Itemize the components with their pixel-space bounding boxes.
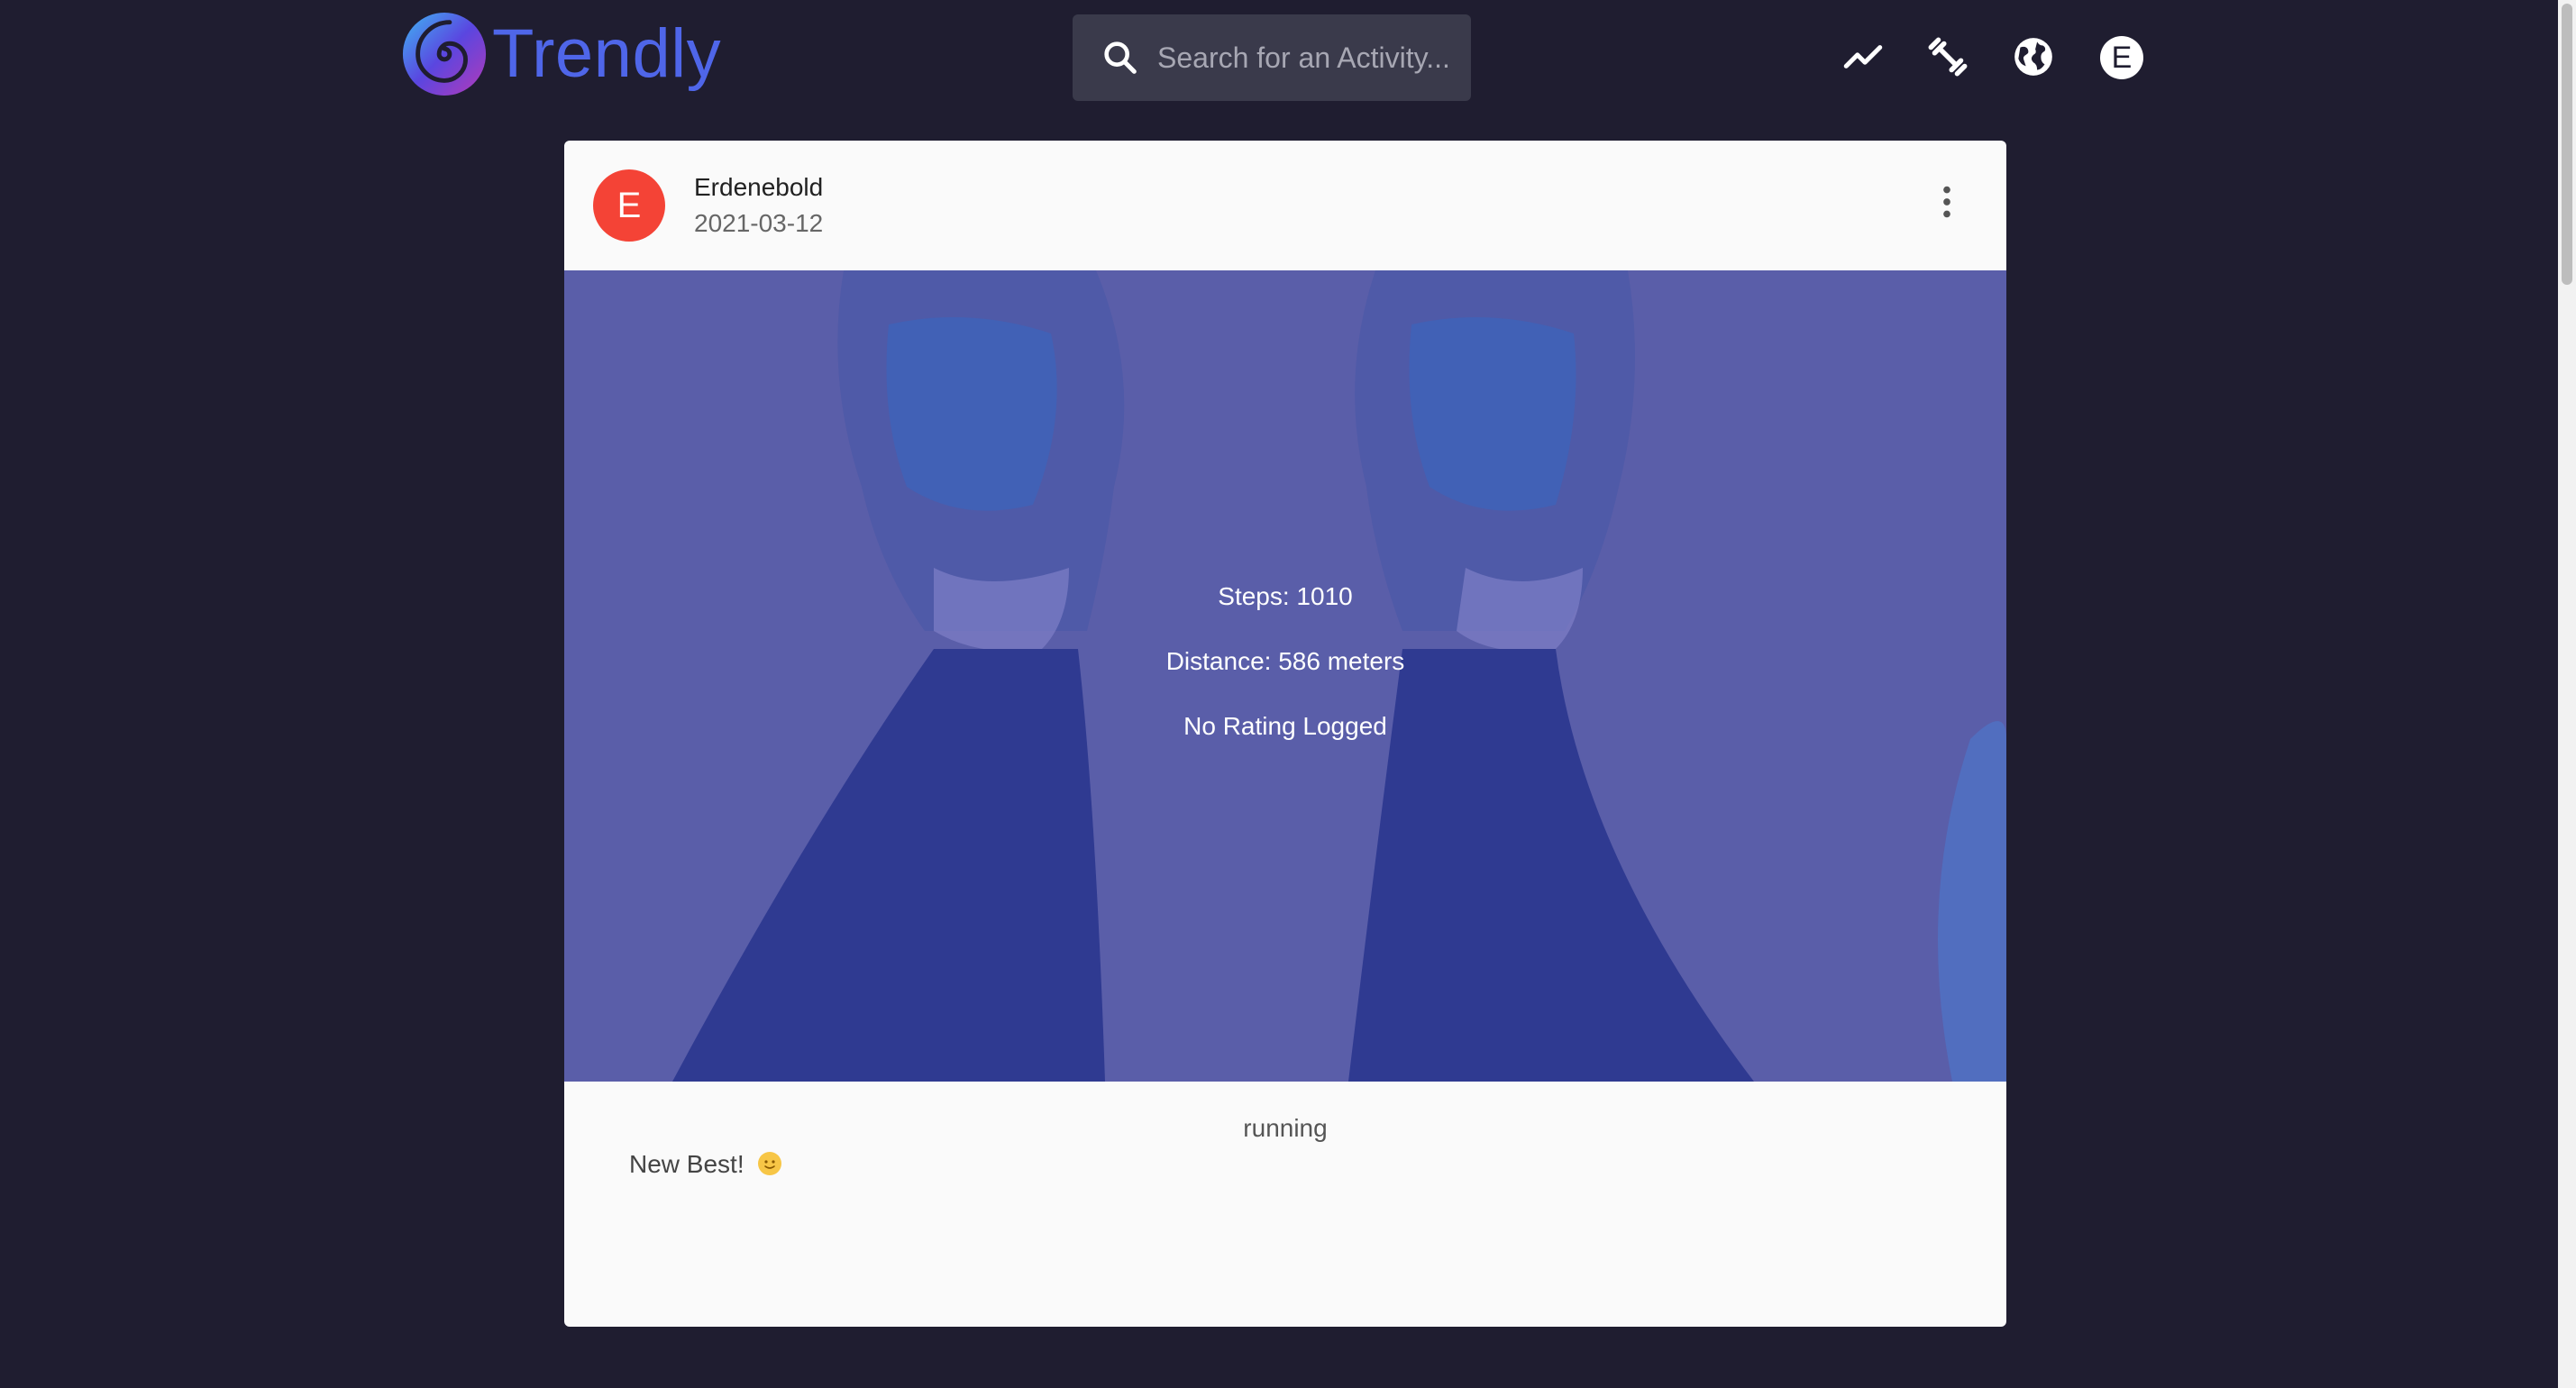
author-avatar[interactable]: E [593,169,665,242]
post-card: E Erdenebold 2021-03-12 Steps: 1010 Dist… [564,141,2006,1327]
post-image: Steps: 1010 Distance: 586 meters No Rati… [564,270,2006,1082]
user-menu-avatar[interactable]: E [2100,36,2143,79]
steps-stat: Steps: 1010 [1218,582,1353,610]
smiling-face-emoji-icon [758,1152,782,1175]
trending-up-icon[interactable] [1835,29,1891,85]
distance-stat: Distance: 586 meters [1165,647,1405,675]
globe-icon[interactable] [2005,29,2061,85]
more-options-button[interactable] [1925,180,1969,224]
running-shoes-photo [564,270,2006,1082]
search-input[interactable] [1156,40,1457,76]
search-icon [1104,41,1137,74]
app-name: Trendly [492,15,722,92]
caption-text: New Best! [629,1150,744,1178]
app-logo[interactable]: Trendly [400,11,721,97]
search-bar[interactable] [1073,14,1471,101]
page-scrollbar[interactable] [2558,0,2576,1388]
post-header: E Erdenebold 2021-03-12 [564,141,2006,270]
fitness-icon[interactable] [1920,29,1976,85]
activity-type: running [1243,1114,1328,1142]
more-vert-icon [1943,186,1950,218]
scroll-thumb[interactable] [2562,4,2572,285]
spiral-logo-icon [402,12,487,96]
rating-stat: No Rating Logged [1183,712,1387,740]
author-name: Erdenebold [694,173,824,201]
post-date: 2021-03-12 [694,209,824,237]
post-caption: New Best! [629,1150,782,1179]
